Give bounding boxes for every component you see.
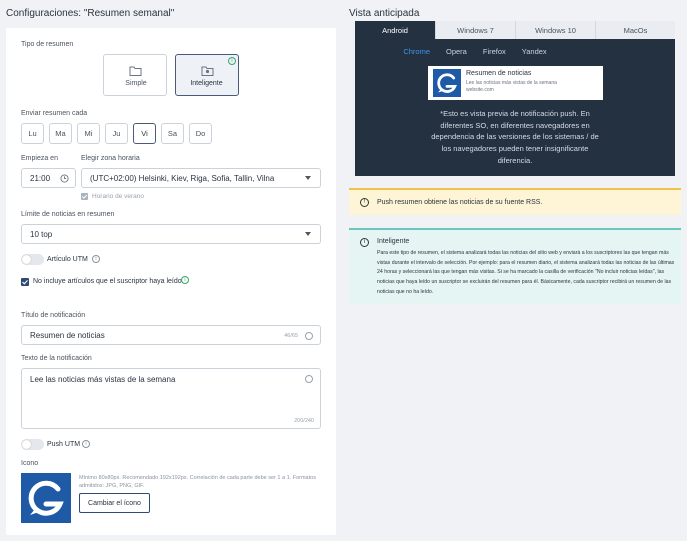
char-counter: 46/65 bbox=[284, 333, 298, 339]
os-tab[interactable]: Windows 7 bbox=[435, 21, 515, 39]
notif-title-label: Título de notificación bbox=[21, 312, 86, 319]
news-limit-select[interactable]: 10 top bbox=[21, 224, 321, 244]
browser-tab[interactable]: Opera bbox=[446, 47, 467, 56]
emoji-icon[interactable] bbox=[305, 375, 313, 383]
browser-tab[interactable]: Chrome bbox=[403, 47, 430, 56]
start-time-value: 21:00 bbox=[30, 173, 51, 183]
day-button[interactable]: Vi bbox=[133, 123, 156, 144]
change-icon-button[interactable]: Cambiar el ícono bbox=[79, 493, 150, 513]
news-limit-value: 10 top bbox=[30, 229, 53, 239]
days-selector: Lu Ma Mi Ju Vi Sa Do bbox=[21, 123, 212, 144]
warning-text: Push resumen obtiene las noticias de su … bbox=[377, 199, 543, 206]
article-utm-label: Artículo UTM bbox=[47, 256, 88, 263]
logo-icon bbox=[28, 480, 64, 516]
push-utm-label: Push UTM bbox=[47, 441, 81, 448]
notif-text-textarea[interactable]: Lee las noticias más vistas de la semana… bbox=[21, 368, 321, 429]
summer-time-checkbox[interactable] bbox=[81, 193, 88, 200]
chevron-down-icon bbox=[305, 176, 311, 180]
news-limit-label: Límite de noticias en resumen bbox=[21, 211, 115, 218]
folder-icon bbox=[129, 66, 142, 76]
day-button[interactable]: Mi bbox=[77, 123, 100, 144]
summer-time-label: Horario de verano bbox=[92, 193, 145, 200]
info-alert: i Inteligente Para este tipo de resumen,… bbox=[349, 228, 681, 304]
os-tab[interactable]: Android bbox=[355, 21, 435, 39]
emoji-icon[interactable] bbox=[305, 332, 313, 340]
day-button[interactable]: Ju bbox=[105, 123, 128, 144]
day-button[interactable]: Sa bbox=[161, 123, 184, 144]
notif-logo bbox=[433, 69, 461, 97]
smart-folder-icon bbox=[201, 66, 214, 76]
exclude-read-label: No incluye artículos que el suscriptor h… bbox=[33, 278, 184, 285]
os-tab[interactable]: Windows 10 bbox=[515, 21, 595, 39]
notif-preview-site: website.com bbox=[466, 87, 494, 93]
icon-help-text: Mínimo 80x80px. Recomendado 192x192px. C… bbox=[79, 475, 316, 489]
start-time-input[interactable]: 21:00 bbox=[21, 168, 76, 188]
info-icon: i bbox=[360, 238, 369, 247]
article-utm-toggle[interactable] bbox=[21, 254, 44, 265]
icon-label: Icono bbox=[21, 460, 39, 467]
exclude-read-checkbox[interactable] bbox=[21, 278, 29, 286]
notif-title-input[interactable]: Resumen de noticias 46/65 bbox=[21, 325, 321, 345]
preview-title: Vista anticipada bbox=[349, 8, 420, 19]
send-every-label: Enviar resumen cada bbox=[21, 110, 88, 117]
notification-preview: Resumen de noticias Lee las noticias más… bbox=[428, 66, 603, 100]
push-utm-toggle[interactable] bbox=[21, 439, 44, 450]
browser-tabs: Chrome Opera Firefox Yandex bbox=[355, 47, 595, 56]
smart-info-icon[interactable]: i bbox=[228, 57, 236, 65]
warning-alert: ! Push resumen obtiene las noticias de s… bbox=[349, 188, 681, 215]
info-title: Inteligente bbox=[377, 238, 410, 245]
day-button[interactable]: Lu bbox=[21, 123, 44, 144]
type-smart-option[interactable]: Inteligente i bbox=[175, 54, 239, 96]
info-icon[interactable]: i bbox=[82, 440, 90, 448]
char-counter: 200/240 bbox=[294, 418, 314, 424]
info-icon[interactable]: i bbox=[181, 276, 189, 284]
notif-title-value: Resumen de noticias bbox=[30, 330, 105, 340]
os-tab[interactable]: MacOs bbox=[595, 21, 675, 39]
type-smart-label: Inteligente bbox=[190, 80, 223, 87]
logo-icon bbox=[437, 73, 457, 93]
day-button[interactable]: Do bbox=[189, 123, 212, 144]
os-tabs: Android Windows 7 Windows 10 MacOs bbox=[355, 21, 675, 39]
site-icon-preview bbox=[21, 473, 71, 523]
starts-label: Empieza en bbox=[21, 155, 58, 162]
timezone-select[interactable]: (UTC+02:00) Helsinki, Kiev, Riga, Sofia,… bbox=[81, 168, 321, 188]
browser-tab[interactable]: Firefox bbox=[483, 47, 506, 56]
type-simple-option[interactable]: Simple bbox=[103, 54, 167, 96]
browser-tab[interactable]: Yandex bbox=[522, 47, 547, 56]
notif-preview-title: Resumen de noticias bbox=[466, 70, 532, 77]
notif-text-value: Lee las noticias más vistas de la semana bbox=[30, 375, 176, 384]
timezone-value: (UTC+02:00) Helsinki, Kiev, Riga, Sofia,… bbox=[90, 173, 275, 183]
timezone-label: Elegir zona horaria bbox=[81, 155, 140, 162]
chevron-down-icon bbox=[305, 232, 311, 236]
clock-icon bbox=[60, 174, 69, 183]
settings-title: Configuraciones: "Resumen semanal" bbox=[6, 8, 175, 19]
summary-type-label: Tipo de resumen bbox=[21, 41, 74, 48]
notif-text-label: Texto de la notificación bbox=[21, 355, 92, 362]
info-text: Para este tipo de resumen, el sistema an… bbox=[377, 250, 675, 295]
preview-disclaimer: *Esto es vista previa de notificación pu… bbox=[431, 109, 599, 165]
warning-icon: ! bbox=[360, 198, 369, 207]
day-button[interactable]: Ma bbox=[49, 123, 72, 144]
info-icon[interactable]: i bbox=[92, 255, 100, 263]
type-simple-label: Simple bbox=[125, 80, 147, 87]
notif-preview-body: Lee las noticias más vistas de la semana bbox=[466, 80, 557, 86]
